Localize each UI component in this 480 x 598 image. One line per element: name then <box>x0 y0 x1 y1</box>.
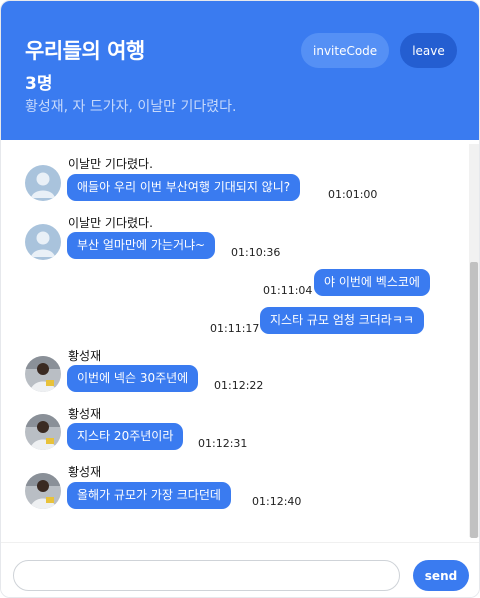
message-bubble: 애들아 우리 이번 부산여행 기대되지 않니? <box>67 174 301 201</box>
message-sender: 이날만 기다렸다. <box>68 157 153 171</box>
message-time: 01:12:31 <box>198 437 248 450</box>
member-count: 3명 <box>25 74 53 94</box>
chat-room-window: 우리들의 여행 3명 황성재, 자 드가자, 이날만 기다렸다. inviteC… <box>0 0 480 598</box>
message-bubble: 야 이번에 벡스코에 <box>314 269 430 296</box>
message-bubble: 부산 얼마만에 가는거냐~ <box>67 232 216 259</box>
user-photo-avatar <box>25 414 61 450</box>
message-time: 01:11:04 <box>263 284 313 297</box>
user-photo-avatar <box>25 356 61 392</box>
member-names: 황성재, 자 드가자, 이날만 기다렸다. <box>25 99 237 115</box>
message-sender: 황성재 <box>68 349 102 363</box>
message-bubble: 이번에 넥슨 30주년에 <box>67 365 199 392</box>
scrollbar-thumb[interactable] <box>470 262 478 538</box>
invite-code-button[interactable]: inviteCode <box>301 33 389 68</box>
message-time: 01:12:40 <box>252 495 302 508</box>
message-bubble: 지스타 20주년이라 <box>67 423 184 450</box>
message-input[interactable] <box>13 560 400 591</box>
message-scrollbar[interactable] <box>469 144 479 538</box>
user-photo-avatar <box>25 473 61 509</box>
default-avatar-icon <box>25 165 61 201</box>
message-sender: 이날만 기다렸다. <box>68 216 153 230</box>
message-time: 01:12:22 <box>214 379 264 392</box>
message-time: 01:10:36 <box>231 246 281 259</box>
message-time: 01:11:17 <box>210 322 260 335</box>
room-header: 우리들의 여행 3명 황성재, 자 드가자, 이날만 기다렸다. inviteC… <box>1 1 479 140</box>
message-sender: 황성재 <box>68 465 102 479</box>
composer: send <box>1 542 479 597</box>
message-time: 01:01:00 <box>328 188 378 201</box>
send-button[interactable]: send <box>413 560 469 591</box>
room-title: 우리들의 여행 <box>25 39 145 63</box>
message-sender: 황성재 <box>68 407 102 421</box>
message-bubble: 올해가 규모가 가장 크다던데 <box>67 482 231 509</box>
leave-button[interactable]: leave <box>400 33 457 68</box>
default-avatar-icon <box>25 224 61 260</box>
message-list[interactable]: 이날만 기다렸다. 애들아 우리 이번 부산여행 기대되지 않니? 01:01:… <box>1 140 469 542</box>
message-bubble: 지스타 규모 엄청 크더라ㅋㅋ <box>260 307 424 334</box>
